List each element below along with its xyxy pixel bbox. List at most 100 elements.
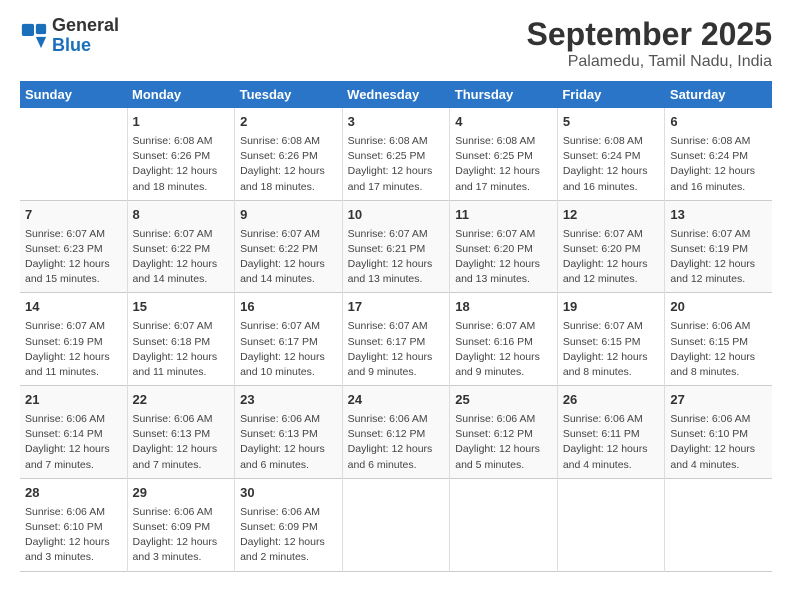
calendar-title: September 2025 bbox=[527, 16, 772, 53]
calendar-cell: 24 Sunrise: 6:06 AMSunset: 6:12 PMDayligh… bbox=[342, 386, 450, 479]
calendar-cell: 22 Sunrise: 6:06 AMSunset: 6:13 PMDayligh… bbox=[127, 386, 235, 479]
calendar-cell: 25 Sunrise: 6:06 AMSunset: 6:12 PMDayligh… bbox=[450, 386, 558, 479]
header-sunday: Sunday bbox=[20, 81, 127, 108]
header-tuesday: Tuesday bbox=[235, 81, 343, 108]
calendar-cell: 21 Sunrise: 6:06 AMSunset: 6:14 PMDayligh… bbox=[20, 386, 127, 479]
day-info: Sunrise: 6:07 AMSunset: 6:19 PMDaylight:… bbox=[25, 319, 122, 380]
calendar-cell: 1 Sunrise: 6:08 AMSunset: 6:26 PMDaylight… bbox=[127, 108, 235, 200]
logo-icon bbox=[20, 22, 48, 50]
day-number: 22 bbox=[133, 391, 230, 410]
day-info: Sunrise: 6:07 AMSunset: 6:17 PMDaylight:… bbox=[240, 319, 337, 380]
calendar-cell: 29 Sunrise: 6:06 AMSunset: 6:09 PMDayligh… bbox=[127, 478, 235, 571]
calendar-cell: 15 Sunrise: 6:07 AMSunset: 6:18 PMDayligh… bbox=[127, 293, 235, 386]
header-thursday: Thursday bbox=[450, 81, 558, 108]
day-number: 6 bbox=[670, 113, 767, 132]
calendar-cell: 7 Sunrise: 6:07 AMSunset: 6:23 PMDaylight… bbox=[20, 200, 127, 293]
day-info: Sunrise: 6:06 AMSunset: 6:09 PMDaylight:… bbox=[133, 505, 230, 566]
week-row-5: 28 Sunrise: 6:06 AMSunset: 6:10 PMDayligh… bbox=[20, 478, 772, 571]
calendar-cell: 4 Sunrise: 6:08 AMSunset: 6:25 PMDaylight… bbox=[450, 108, 558, 200]
header-friday: Friday bbox=[557, 81, 665, 108]
calendar-cell: 23 Sunrise: 6:06 AMSunset: 6:13 PMDayligh… bbox=[235, 386, 343, 479]
day-number: 25 bbox=[455, 391, 552, 410]
day-info: Sunrise: 6:06 AMSunset: 6:10 PMDaylight:… bbox=[670, 412, 767, 473]
calendar-cell bbox=[450, 478, 558, 571]
day-number: 19 bbox=[563, 298, 660, 317]
day-info: Sunrise: 6:07 AMSunset: 6:18 PMDaylight:… bbox=[133, 319, 230, 380]
calendar-cell: 13 Sunrise: 6:07 AMSunset: 6:19 PMDayligh… bbox=[665, 200, 772, 293]
title-block: September 2025 Palamedu, Tamil Nadu, Ind… bbox=[527, 16, 772, 71]
day-number: 24 bbox=[348, 391, 445, 410]
calendar-cell: 12Sunrise: 6:07 AMSunset: 6:20 PMDayligh… bbox=[557, 200, 665, 293]
day-info: Sunrise: 6:06 AMSunset: 6:10 PMDaylight:… bbox=[25, 505, 122, 566]
day-number: 10 bbox=[348, 206, 445, 225]
day-info: Sunrise: 6:06 AMSunset: 6:12 PMDaylight:… bbox=[348, 412, 445, 473]
day-number: 16 bbox=[240, 298, 337, 317]
day-info: Sunrise: 6:06 AMSunset: 6:09 PMDaylight:… bbox=[240, 505, 337, 566]
calendar-cell bbox=[557, 478, 665, 571]
calendar-cell bbox=[342, 478, 450, 571]
header-monday: Monday bbox=[127, 81, 235, 108]
day-number: 23 bbox=[240, 391, 337, 410]
calendar-cell: 8Sunrise: 6:07 AMSunset: 6:22 PMDaylight… bbox=[127, 200, 235, 293]
calendar-cell: 5Sunrise: 6:08 AMSunset: 6:24 PMDaylight… bbox=[557, 108, 665, 200]
day-info: Sunrise: 6:07 AMSunset: 6:21 PMDaylight:… bbox=[348, 227, 445, 288]
day-info: Sunrise: 6:06 AMSunset: 6:11 PMDaylight:… bbox=[563, 412, 660, 473]
calendar-cell: 26 Sunrise: 6:06 AMSunset: 6:11 PMDayligh… bbox=[557, 386, 665, 479]
day-info: Sunrise: 6:06 AMSunset: 6:14 PMDaylight:… bbox=[25, 412, 122, 473]
logo: GeneralBlue bbox=[20, 16, 119, 56]
calendar-cell: 6 Sunrise: 6:08 AMSunset: 6:24 PMDaylight… bbox=[665, 108, 772, 200]
week-row-3: 14Sunrise: 6:07 AMSunset: 6:19 PMDayligh… bbox=[20, 293, 772, 386]
calendar-table: SundayMondayTuesdayWednesdayThursdayFrid… bbox=[20, 81, 772, 572]
day-info: Sunrise: 6:07 AMSunset: 6:15 PMDaylight:… bbox=[563, 319, 660, 380]
day-info: Sunrise: 6:08 AMSunset: 6:25 PMDaylight:… bbox=[455, 134, 552, 195]
calendar-cell bbox=[20, 108, 127, 200]
day-info: Sunrise: 6:06 AMSunset: 6:15 PMDaylight:… bbox=[670, 319, 767, 380]
calendar-cell: 11Sunrise: 6:07 AMSunset: 6:20 PMDayligh… bbox=[450, 200, 558, 293]
day-number: 28 bbox=[25, 484, 122, 503]
week-row-4: 21 Sunrise: 6:06 AMSunset: 6:14 PMDayligh… bbox=[20, 386, 772, 479]
day-info: Sunrise: 6:06 AMSunset: 6:12 PMDaylight:… bbox=[455, 412, 552, 473]
day-info: Sunrise: 6:08 AMSunset: 6:26 PMDaylight:… bbox=[240, 134, 337, 195]
calendar-cell: 14Sunrise: 6:07 AMSunset: 6:19 PMDayligh… bbox=[20, 293, 127, 386]
calendar-cell: 16 Sunrise: 6:07 AMSunset: 6:17 PMDayligh… bbox=[235, 293, 343, 386]
calendar-cell: 17Sunrise: 6:07 AMSunset: 6:17 PMDayligh… bbox=[342, 293, 450, 386]
calendar-cell: 19 Sunrise: 6:07 AMSunset: 6:15 PMDayligh… bbox=[557, 293, 665, 386]
day-number: 3 bbox=[348, 113, 445, 132]
day-number: 17 bbox=[348, 298, 445, 317]
header-saturday: Saturday bbox=[665, 81, 772, 108]
day-number: 12 bbox=[563, 206, 660, 225]
logo-text: GeneralBlue bbox=[52, 16, 119, 56]
day-number: 2 bbox=[240, 113, 337, 132]
day-info: Sunrise: 6:08 AMSunset: 6:24 PMDaylight:… bbox=[670, 134, 767, 195]
day-number: 18 bbox=[455, 298, 552, 317]
day-info: Sunrise: 6:07 AMSunset: 6:23 PMDaylight:… bbox=[25, 227, 122, 288]
calendar-cell bbox=[665, 478, 772, 571]
calendar-cell: 27 Sunrise: 6:06 AMSunset: 6:10 PMDayligh… bbox=[665, 386, 772, 479]
calendar-cell: 18Sunrise: 6:07 AMSunset: 6:16 PMDayligh… bbox=[450, 293, 558, 386]
day-info: Sunrise: 6:07 AMSunset: 6:19 PMDaylight:… bbox=[670, 227, 767, 288]
day-info: Sunrise: 6:07 AMSunset: 6:22 PMDaylight:… bbox=[133, 227, 230, 288]
day-info: Sunrise: 6:08 AMSunset: 6:25 PMDaylight:… bbox=[348, 134, 445, 195]
calendar-cell: 10 Sunrise: 6:07 AMSunset: 6:21 PMDayligh… bbox=[342, 200, 450, 293]
calendar-subtitle: Palamedu, Tamil Nadu, India bbox=[527, 53, 772, 71]
day-number: 15 bbox=[133, 298, 230, 317]
day-number: 13 bbox=[670, 206, 767, 225]
day-info: Sunrise: 6:06 AMSunset: 6:13 PMDaylight:… bbox=[133, 412, 230, 473]
week-row-2: 7 Sunrise: 6:07 AMSunset: 6:23 PMDaylight… bbox=[20, 200, 772, 293]
day-number: 7 bbox=[25, 206, 122, 225]
day-number: 9 bbox=[240, 206, 337, 225]
day-number: 26 bbox=[563, 391, 660, 410]
day-number: 4 bbox=[455, 113, 552, 132]
day-info: Sunrise: 6:06 AMSunset: 6:13 PMDaylight:… bbox=[240, 412, 337, 473]
day-info: Sunrise: 6:07 AMSunset: 6:22 PMDaylight:… bbox=[240, 227, 337, 288]
day-number: 27 bbox=[670, 391, 767, 410]
calendar-cell: 3 Sunrise: 6:08 AMSunset: 6:25 PMDaylight… bbox=[342, 108, 450, 200]
day-number: 21 bbox=[25, 391, 122, 410]
day-info: Sunrise: 6:08 AMSunset: 6:26 PMDaylight:… bbox=[133, 134, 230, 195]
day-number: 5 bbox=[563, 113, 660, 132]
header-row: SundayMondayTuesdayWednesdayThursdayFrid… bbox=[20, 81, 772, 108]
day-number: 29 bbox=[133, 484, 230, 503]
calendar-cell: 30Sunrise: 6:06 AMSunset: 6:09 PMDayligh… bbox=[235, 478, 343, 571]
week-row-1: 1 Sunrise: 6:08 AMSunset: 6:26 PMDaylight… bbox=[20, 108, 772, 200]
day-number: 1 bbox=[133, 113, 230, 132]
